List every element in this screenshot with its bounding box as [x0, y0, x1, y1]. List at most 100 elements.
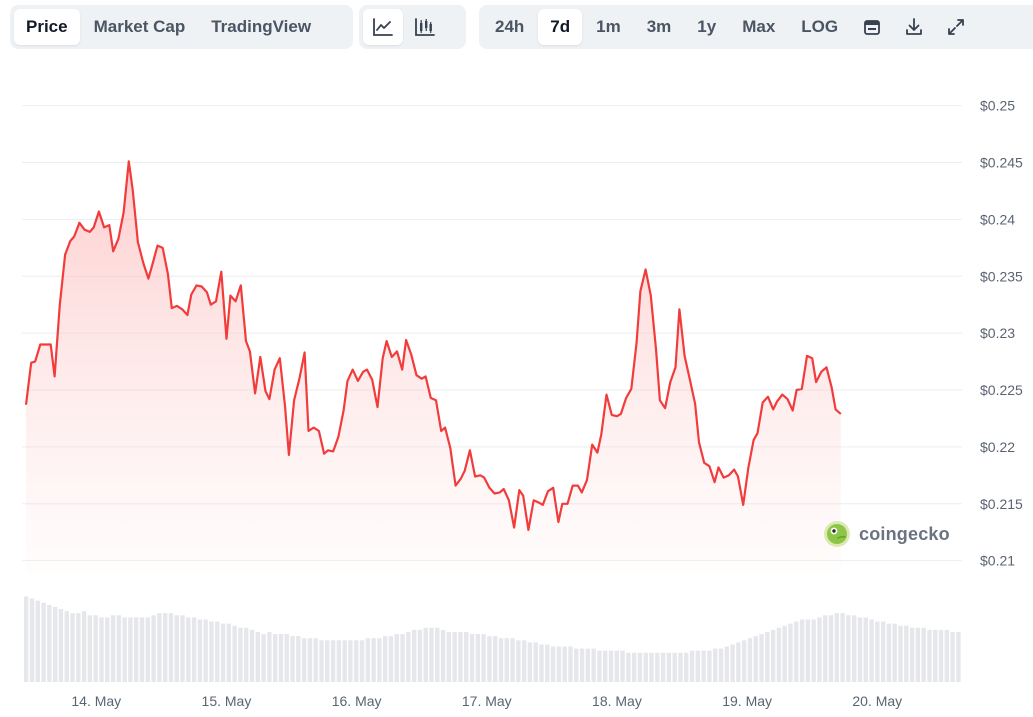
y-tick-label: $0.25 [980, 98, 1015, 114]
volume-bar [898, 625, 903, 682]
volume-bar [272, 634, 278, 682]
volume-bar [823, 615, 828, 682]
volume-bar [886, 623, 892, 682]
x-tick-label: 20. May [852, 693, 902, 709]
volume-bar [278, 634, 284, 682]
view-tab-group: Price Market Cap TradingView [10, 5, 353, 49]
volume-bar [938, 629, 944, 682]
volume-bar [678, 652, 683, 682]
volume-bar [649, 652, 654, 682]
range-max[interactable]: Max [730, 9, 787, 45]
volume-bar [244, 627, 249, 682]
y-axis-ticks: $0.21 $0.215 $0.22 $0.225 $0.23 $0.235 $0.24 $0… [980, 98, 1023, 569]
volume-bar [336, 640, 342, 682]
line-chart-icon[interactable] [363, 9, 403, 45]
volume-bar [464, 631, 469, 682]
volume-bar [724, 646, 729, 682]
volume-bar [371, 638, 376, 682]
volume-bar [521, 640, 527, 682]
candlestick-chart-icon[interactable] [405, 9, 445, 45]
volume-bar [469, 634, 475, 682]
range-24h[interactable]: 24h [483, 9, 536, 45]
volume-bar [579, 648, 585, 682]
volume-bar [446, 631, 452, 682]
volume-bar [145, 617, 150, 682]
chart-type-group [359, 5, 466, 49]
volume-bar [99, 617, 104, 682]
volume-bar [857, 617, 863, 682]
coingecko-logo-icon [824, 521, 850, 547]
tab-price[interactable]: Price [14, 9, 80, 45]
volume-bar [296, 636, 301, 682]
volume-bar [643, 652, 648, 682]
volume-bar [116, 615, 122, 682]
volume-bar [933, 629, 938, 682]
volume-bar [354, 640, 359, 682]
volume-bar [736, 642, 741, 682]
volume-bar [186, 617, 191, 682]
log-scale-toggle[interactable]: LOG [789, 9, 850, 45]
volume-bar [701, 650, 706, 682]
volume-bar [782, 625, 787, 682]
volume-bar [794, 621, 799, 682]
volume-bar [747, 638, 753, 682]
volume-bar [805, 619, 811, 682]
range-3m[interactable]: 3m [635, 9, 684, 45]
volume-bar [249, 629, 255, 682]
volume-bar [134, 617, 139, 682]
volume-bar [921, 627, 926, 682]
volume-bar [284, 634, 289, 682]
calendar-icon[interactable] [852, 9, 892, 45]
y-tick-label: $0.23 [980, 325, 1015, 341]
volume-bar [365, 638, 371, 682]
download-icon[interactable] [894, 9, 934, 45]
volume-bar [93, 615, 98, 682]
volume-bar [87, 615, 93, 682]
volume-bar [122, 617, 127, 682]
volume-bar [707, 650, 712, 682]
volume-bar [753, 636, 758, 682]
volume-bar [238, 627, 243, 682]
volume-bar [128, 617, 133, 682]
volume-bar [689, 650, 695, 682]
volume-bar [904, 625, 909, 682]
volume-bar [377, 638, 382, 682]
volume-bar [348, 640, 353, 682]
volume-bar [626, 652, 631, 682]
volume-bar [851, 615, 857, 682]
volume-bar [330, 640, 336, 682]
y-tick-label: $0.235 [980, 268, 1023, 284]
volume-bar [168, 613, 174, 682]
y-tick-label: $0.245 [980, 155, 1023, 171]
volume-bar [440, 629, 446, 682]
volume-bar [527, 642, 533, 682]
range-1m[interactable]: 1m [584, 9, 633, 45]
volume-bar [880, 621, 886, 682]
volume-bar [58, 609, 64, 682]
tab-market-cap[interactable]: Market Cap [82, 9, 198, 45]
x-tick-label: 18. May [592, 693, 642, 709]
volume-bar [162, 613, 168, 682]
tab-tradingview[interactable]: TradingView [199, 9, 323, 45]
volume-bar [498, 638, 504, 682]
volume-bar [568, 646, 573, 682]
volume-bar [400, 634, 405, 682]
expand-icon[interactable] [936, 9, 976, 45]
y-tick-label: $0.24 [980, 211, 1015, 227]
volume-bar [828, 615, 834, 682]
volume-bar [493, 636, 498, 682]
volume-bar [70, 613, 75, 682]
volume-bar [591, 648, 596, 682]
x-tick-label: 19. May [722, 693, 772, 709]
volume-bar [215, 621, 220, 682]
x-tick-label: 16. May [332, 693, 382, 709]
volume-bar [105, 617, 110, 682]
range-7d[interactable]: 7d [538, 9, 583, 45]
volume-bar [556, 646, 562, 682]
volume-bar [741, 640, 747, 682]
price-area-fill [26, 161, 841, 572]
volume-bar [47, 604, 52, 682]
volume-bar [423, 627, 428, 682]
range-1y[interactable]: 1y [685, 9, 728, 45]
volume-bar [394, 634, 399, 682]
